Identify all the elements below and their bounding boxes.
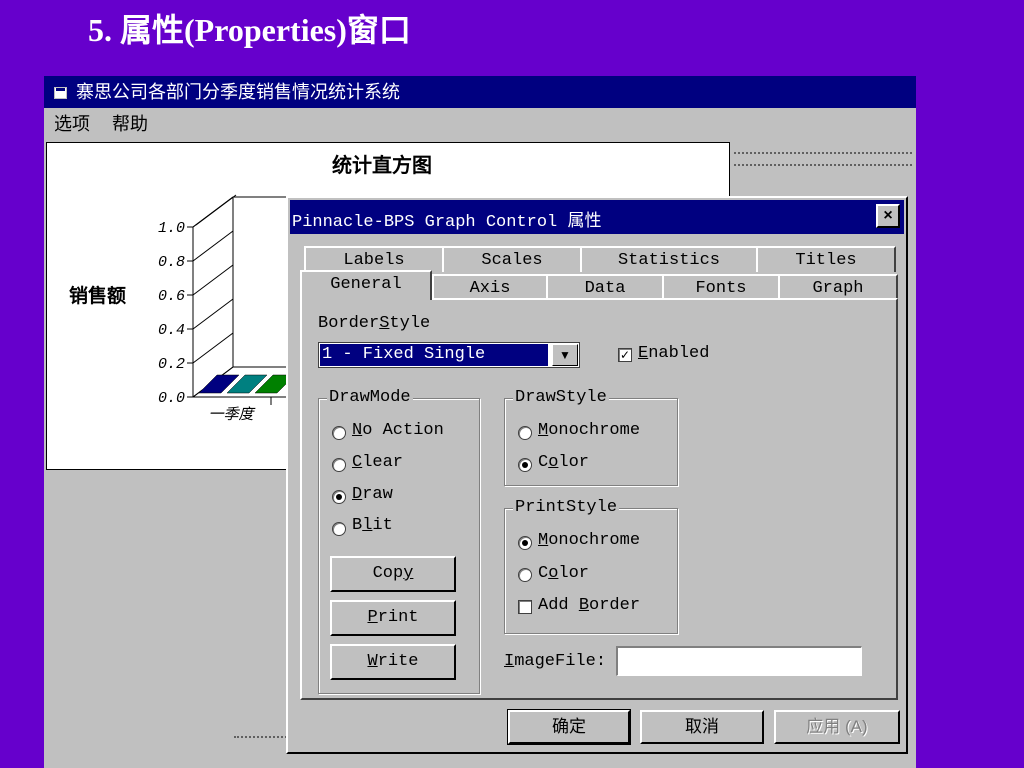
- radio-printstyle-monochrome[interactable]: [518, 536, 532, 550]
- radio-label-draw: Draw: [352, 485, 393, 504]
- radio-label-no-action: No Action: [352, 421, 444, 440]
- tab-data[interactable]: Data: [546, 274, 664, 300]
- printstyle-title: PrintStyle: [513, 498, 620, 517]
- close-button[interactable]: ×: [876, 204, 900, 228]
- app-window-icon: [54, 87, 67, 99]
- chevron-down-icon[interactable]: ▼: [552, 344, 578, 366]
- drawmode-title: DrawMode: [327, 388, 413, 407]
- chart-y-tick-label: 0.6: [158, 288, 185, 305]
- chart-y-tick-label: 1.0: [158, 220, 185, 237]
- cancel-button[interactable]: 取消: [640, 710, 764, 744]
- copy-button[interactable]: Copy: [330, 556, 456, 592]
- ok-button[interactable]: 确定: [507, 709, 631, 745]
- radio-drawstyle-color[interactable]: [518, 458, 532, 472]
- menu-options[interactable]: 选项: [54, 108, 90, 140]
- radio-label-drawstyle-color: Color: [538, 453, 590, 472]
- tab-general[interactable]: General: [300, 270, 432, 300]
- add-border-label: Add Border: [538, 596, 641, 615]
- chart-y-grid: [192, 298, 234, 330]
- radio-blit[interactable]: [332, 522, 346, 536]
- apply-button[interactable]: 应用 (A): [774, 710, 900, 744]
- border-style-value: 1 - Fixed Single: [320, 344, 548, 366]
- properties-dialog: Pinnacle-BPS Graph Control 属性 × Labels S…: [286, 196, 908, 754]
- tab-statistics[interactable]: Statistics: [580, 246, 758, 272]
- grid-dots: [734, 164, 912, 166]
- chart-x-tick-label: 一季度: [208, 405, 255, 423]
- radio-label-blit: Blit: [352, 516, 393, 535]
- imagefile-input[interactable]: [616, 646, 862, 676]
- tab-axis[interactable]: Axis: [432, 274, 548, 300]
- chart-y-grid: [192, 264, 234, 296]
- chart-y-grid: [192, 196, 234, 228]
- tab-labels[interactable]: Labels: [304, 246, 444, 272]
- app-title: 寨思公司各部门分季度销售情况统计系统: [76, 82, 400, 102]
- tab-titles[interactable]: Titles: [756, 246, 896, 272]
- slide-title: 5. 属性(Properties)窗口: [88, 12, 411, 48]
- dialog-titlebar: Pinnacle-BPS Graph Control 属性 ×: [290, 200, 904, 234]
- add-border-checkbox[interactable]: [518, 600, 532, 614]
- tab-fonts[interactable]: Fonts: [662, 274, 780, 300]
- radio-label-printstyle-monochrome: Monochrome: [538, 531, 641, 550]
- write-button[interactable]: Write: [330, 644, 456, 680]
- chart-y-grid: [192, 230, 234, 262]
- grid-dots: [734, 152, 912, 154]
- drawstyle-group: DrawStyle: [504, 388, 678, 486]
- enabled-checkbox[interactable]: ✓: [618, 348, 632, 362]
- menu-bar: 选项 帮助: [44, 108, 916, 140]
- radio-no-action[interactable]: [332, 426, 346, 440]
- drawstyle-title: DrawStyle: [513, 388, 609, 407]
- chart-y-tick-label: 0.2: [158, 356, 185, 373]
- border-style-label: BorderStyle: [318, 314, 431, 333]
- radio-label-drawstyle-monochrome: Monochrome: [538, 421, 641, 440]
- tab-scales[interactable]: Scales: [442, 246, 582, 272]
- radio-label-clear: Clear: [352, 453, 404, 472]
- dialog-title: Pinnacle-BPS Graph Control 属性: [292, 213, 602, 232]
- radio-draw[interactable]: [332, 490, 346, 504]
- chart-y-tick-label: 0.4: [158, 322, 185, 339]
- chart-y-tick-label: 0.0: [158, 390, 185, 407]
- radio-clear[interactable]: [332, 458, 346, 472]
- border-style-select[interactable]: 1 - Fixed Single ▼: [318, 342, 580, 368]
- app-titlebar: 寨思公司各部门分季度销售情况统计系统: [44, 76, 916, 108]
- radio-printstyle-color[interactable]: [518, 568, 532, 582]
- grid-dots: [234, 736, 294, 738]
- menu-help[interactable]: 帮助: [112, 108, 148, 140]
- print-button[interactable]: Print: [330, 600, 456, 636]
- radio-drawstyle-monochrome[interactable]: [518, 426, 532, 440]
- tab-graph[interactable]: Graph: [778, 274, 898, 300]
- chart-y-tick-label: 0.8: [158, 254, 185, 271]
- radio-label-printstyle-color: Color: [538, 564, 590, 583]
- enabled-label: Enabled: [638, 344, 710, 363]
- imagefile-label: ImageFile:: [504, 652, 607, 671]
- chart-y-grid: [192, 332, 234, 364]
